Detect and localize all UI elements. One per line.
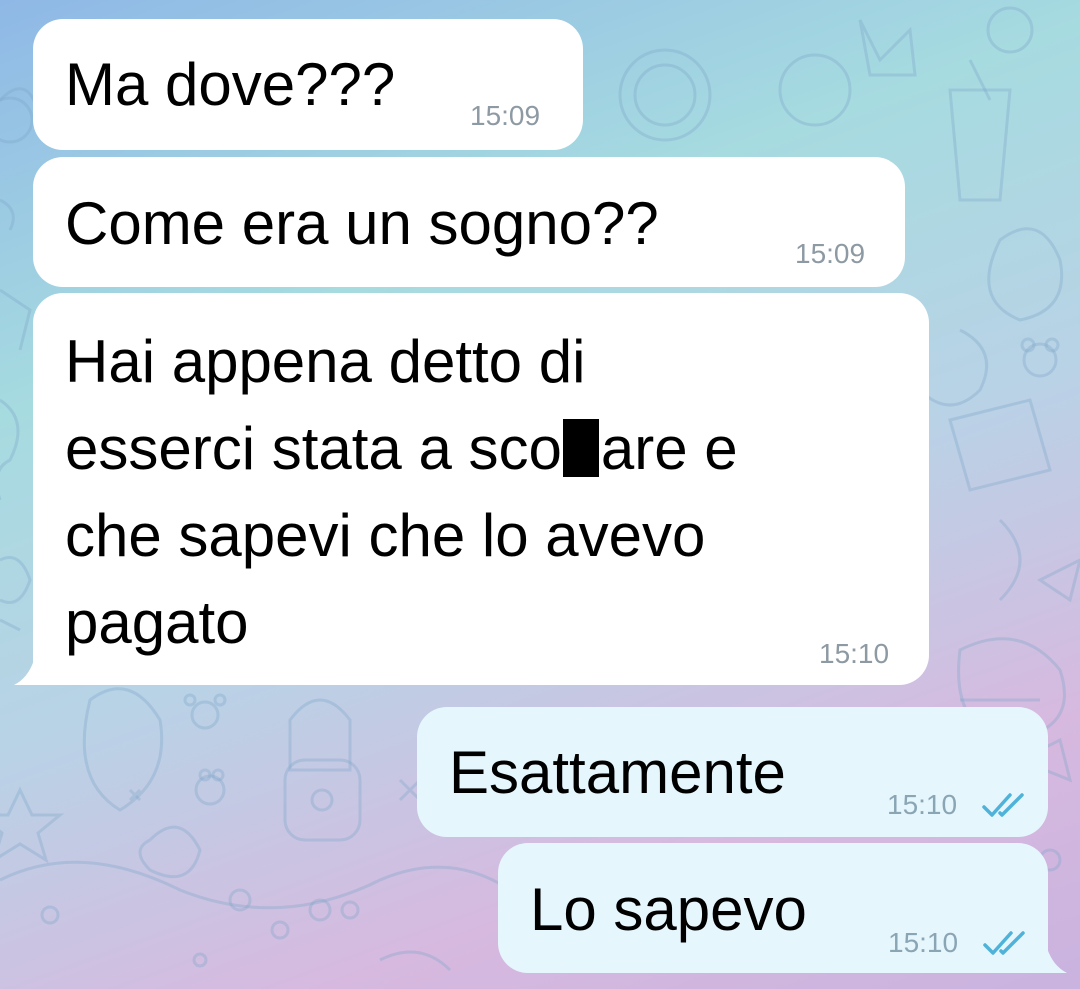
message-text-line: esserci stata a sco are e xyxy=(65,405,738,492)
message-text-fragment: esserci stata a sco xyxy=(65,415,562,482)
message-timestamp: 15:09 xyxy=(795,238,866,269)
redaction-block xyxy=(562,419,599,477)
message-bubble-incoming[interactable]: Hai appena detto di esserci stata a sco a… xyxy=(33,293,929,685)
message-bubble-incoming[interactable]: Come era un sogno?? 15:09 xyxy=(33,157,905,287)
message-text-line: Hai appena detto di xyxy=(65,328,586,395)
bubble-tail-outgoing xyxy=(1047,948,1067,973)
message-text: Esattamente xyxy=(449,739,786,806)
message-text: Lo sapevo xyxy=(530,876,807,943)
message-text-fragment: are e xyxy=(600,415,738,482)
message-text-line: pagato xyxy=(65,589,249,656)
message-timestamp: 15:10 xyxy=(888,927,959,958)
bubble-tail-incoming xyxy=(14,660,34,685)
message-text-line: che sapevi che lo avevo xyxy=(65,502,706,569)
message-bubble-incoming[interactable]: Ma dove??? 15:09 xyxy=(33,19,583,150)
message-text: Come era un sogno?? xyxy=(65,190,659,257)
message-bubble-outgoing[interactable]: Esattamente 15:10 xyxy=(417,707,1048,837)
double-check-icon xyxy=(983,931,1025,955)
double-check-icon xyxy=(982,793,1024,817)
message-timestamp: 15:09 xyxy=(470,100,541,131)
message-timestamp: 15:10 xyxy=(819,638,890,669)
message-timestamp: 15:10 xyxy=(887,789,958,820)
message-bubble-outgoing[interactable]: Lo sapevo 15:10 xyxy=(498,843,1048,973)
message-text: Ma dove??? xyxy=(65,51,396,118)
